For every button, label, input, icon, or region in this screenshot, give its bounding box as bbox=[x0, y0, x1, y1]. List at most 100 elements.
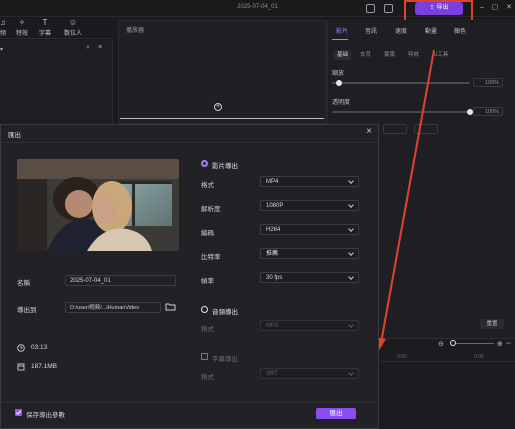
position-x-field[interactable] bbox=[383, 124, 407, 134]
chevron-down-icon[interactable]: ▾ bbox=[0, 46, 3, 53]
minimize-icon[interactable]: – bbox=[478, 3, 486, 12]
tab-video[interactable]: 影片 bbox=[336, 26, 348, 35]
active-tab-indicator bbox=[332, 39, 348, 40]
bitrate-label: 比特率 bbox=[201, 254, 221, 261]
audio-format-select[interactable]: MP3 bbox=[260, 320, 359, 331]
search-icon[interactable]: ⌕ bbox=[86, 44, 90, 52]
tab-color[interactable]: 顏色 bbox=[454, 26, 466, 35]
subtitle-format-select[interactable]: SRT bbox=[260, 368, 359, 379]
chevron-down-icon bbox=[348, 226, 354, 232]
framerate-value: 30 fps bbox=[266, 275, 283, 281]
bitrate-value: 推薦 bbox=[266, 251, 279, 257]
clock-icon bbox=[17, 344, 25, 354]
player-panel bbox=[118, 20, 326, 124]
scale-slider-knob[interactable] bbox=[335, 80, 342, 86]
digital-human-icon: ☺ bbox=[68, 18, 78, 27]
chevron-down-icon bbox=[348, 274, 354, 280]
dialog-title: 匯出 bbox=[8, 132, 21, 139]
format-label: 格式 bbox=[201, 182, 214, 189]
dialog-header-divider bbox=[1, 142, 378, 143]
timeline-divider bbox=[380, 338, 515, 339]
zoom-in-icon[interactable]: ⊕ bbox=[497, 340, 503, 348]
video-export-radio[interactable] bbox=[201, 160, 208, 167]
file-size-text: 187.1MB bbox=[31, 363, 58, 370]
opacity-slider[interactable] bbox=[332, 111, 470, 113]
filename-input[interactable]: 2025-07-04_01 bbox=[65, 275, 176, 286]
tab-audio[interactable]: 音訊 bbox=[365, 26, 377, 35]
ruler-tick-0: 0:00 bbox=[397, 354, 407, 360]
bitrate-select[interactable]: 推薦 bbox=[260, 248, 359, 259]
add-icon[interactable]: + bbox=[214, 103, 222, 111]
zoom-out-icon[interactable]: ⊖ bbox=[438, 340, 444, 348]
opacity-value[interactable]: 100% bbox=[473, 107, 503, 116]
dialog-footer-divider bbox=[1, 402, 378, 403]
format-select[interactable]: MP4 bbox=[260, 176, 359, 187]
subtab-mask[interactable]: 蒙版 bbox=[381, 50, 398, 60]
export-button[interactable]: 匯出 bbox=[316, 408, 356, 419]
duration-text: 03:13 bbox=[31, 344, 48, 351]
tab-speed[interactable]: 速度 bbox=[395, 26, 407, 35]
maximize-icon[interactable]: ▢ bbox=[491, 3, 499, 12]
resolution-value: 1080P bbox=[266, 203, 284, 209]
subtitle-export-checkbox[interactable] bbox=[201, 353, 208, 360]
chevron-down-icon bbox=[348, 178, 354, 184]
filter-icon[interactable]: ≡ bbox=[98, 44, 102, 51]
close-window-icon[interactable]: ✕ bbox=[505, 3, 513, 12]
zoom-slider-knob[interactable] bbox=[450, 340, 456, 346]
video-preview-thumbnail bbox=[17, 159, 179, 251]
codec-value: H264 bbox=[266, 227, 281, 233]
subtitle-export-title: 字幕導出 bbox=[212, 356, 238, 363]
scale-value[interactable]: 100% bbox=[473, 78, 503, 87]
path-label: 導出到 bbox=[17, 307, 37, 314]
player-crop-line bbox=[120, 118, 324, 119]
toolbar-divider bbox=[0, 38, 113, 39]
download-icon[interactable] bbox=[384, 4, 393, 13]
feedback-icon[interactable] bbox=[366, 4, 375, 13]
export-path-input[interactable]: D:/user/视频/...lHumanVideo bbox=[65, 302, 161, 313]
audio-export-radio[interactable] bbox=[201, 306, 208, 313]
save-params-label: 保存導出參數 bbox=[26, 412, 65, 419]
format-value: MP4 bbox=[266, 179, 279, 185]
player-title: 播放器 bbox=[126, 28, 145, 34]
toolbar-item-effects[interactable]: ✧ 特效 bbox=[11, 18, 33, 37]
framerate-select[interactable]: 30 fps bbox=[260, 272, 359, 283]
name-label: 名稱 bbox=[17, 280, 30, 287]
fit-icon[interactable]: ⇔ bbox=[505, 340, 512, 347]
chevron-down-icon bbox=[348, 370, 354, 376]
audio-format-label: 格式 bbox=[201, 326, 214, 333]
resolution-label: 解析度 bbox=[201, 206, 221, 213]
video-export-title: 影片導出 bbox=[212, 163, 238, 170]
subtab-ai-tools[interactable]: AI工具 bbox=[429, 50, 451, 60]
position-y-field[interactable] bbox=[414, 124, 438, 134]
ruler-baseline bbox=[380, 361, 515, 362]
audio-export-title: 音頻導出 bbox=[212, 309, 238, 316]
framerate-label: 幀率 bbox=[201, 278, 214, 285]
subtab-remove-bg[interactable]: 去背 bbox=[357, 50, 374, 60]
subtab-basic[interactable]: 基础 bbox=[334, 50, 352, 60]
media-panel bbox=[0, 40, 113, 130]
tab-animation[interactable]: 動畫 bbox=[425, 26, 437, 35]
audio-format-value: MP3 bbox=[266, 323, 279, 329]
scale-label: 縮放 bbox=[332, 71, 345, 77]
close-icon[interactable]: × bbox=[364, 127, 374, 137]
toolbar-item-digital-human[interactable]: ☺ 数位人 bbox=[60, 18, 86, 37]
save-params-checkbox[interactable] bbox=[15, 409, 22, 416]
folder-icon[interactable] bbox=[165, 302, 176, 312]
reset-button[interactable]: 重置 bbox=[480, 319, 504, 329]
file-size-icon bbox=[17, 363, 25, 373]
subtitle-format-label: 格式 bbox=[201, 374, 214, 381]
chevron-down-icon bbox=[348, 322, 354, 328]
effects-icon: ✧ bbox=[18, 18, 26, 27]
subtitle-icon: T bbox=[42, 18, 48, 27]
zoom-slider[interactable] bbox=[454, 343, 494, 344]
chevron-down-icon bbox=[348, 250, 354, 256]
subtitle-format-value: SRT bbox=[266, 371, 278, 377]
codec-select[interactable]: H264 bbox=[260, 224, 359, 235]
scale-slider[interactable] bbox=[332, 82, 470, 84]
codec-label: 編碼 bbox=[201, 230, 214, 237]
subtab-effects[interactable]: 特效 bbox=[405, 50, 422, 60]
toolbar-item-subtitle[interactable]: T 字幕 bbox=[34, 18, 56, 37]
resolution-select[interactable]: 1080P bbox=[260, 200, 359, 211]
chevron-down-icon bbox=[348, 202, 354, 208]
ruler-tick-1: 0:05 bbox=[474, 354, 484, 360]
